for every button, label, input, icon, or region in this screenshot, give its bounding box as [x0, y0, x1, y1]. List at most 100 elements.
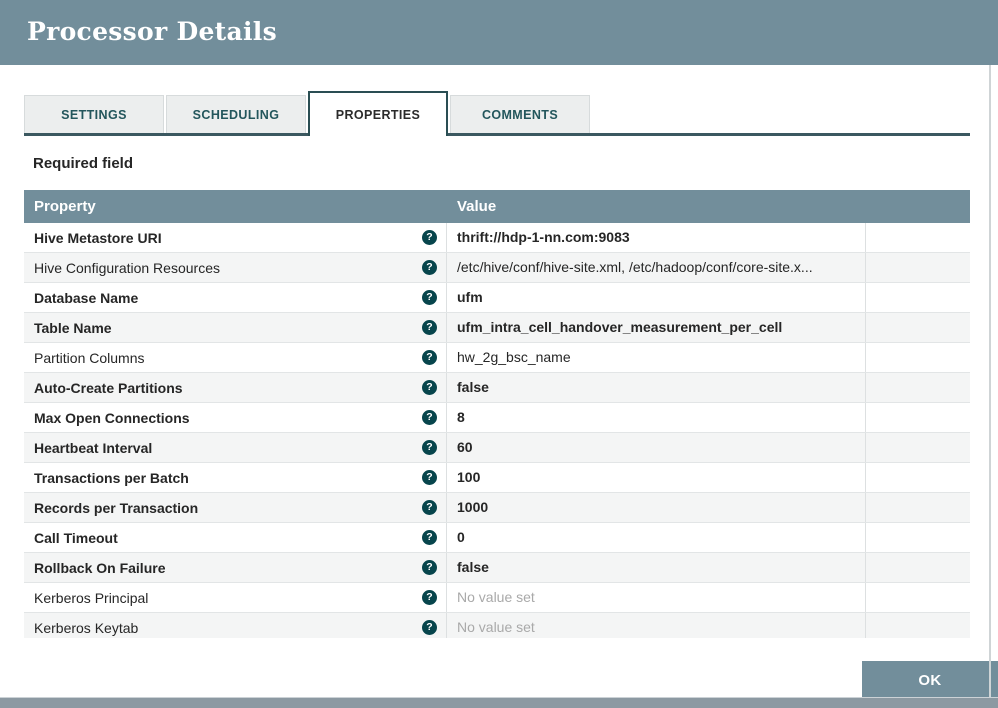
- tab-label: SCHEDULING: [193, 108, 280, 122]
- help-icon[interactable]: ?: [422, 590, 437, 605]
- tab-list: SETTINGS SCHEDULING PROPERTIES COMMENTS: [24, 94, 970, 136]
- property-name: Database Name: [34, 290, 138, 306]
- required-field-label: Required field: [33, 155, 133, 172]
- property-name-cell: Kerberos Keytab ?: [24, 613, 447, 638]
- help-icon[interactable]: ?: [422, 290, 437, 305]
- property-name: Hive Metastore URI: [34, 230, 162, 246]
- column-header-property: Property: [24, 190, 447, 223]
- property-name-cell: Max Open Connections ?: [24, 403, 447, 432]
- row-spacer-cell: [866, 553, 970, 582]
- property-row: Records per Transaction ? 1000: [24, 493, 970, 523]
- property-name-cell: Database Name ?: [24, 283, 447, 312]
- tab-scheduling[interactable]: SCHEDULING: [166, 95, 306, 133]
- property-name-cell: Table Name ?: [24, 313, 447, 342]
- row-spacer-cell: [866, 403, 970, 432]
- property-name-cell: Auto-Create Partitions ?: [24, 373, 447, 402]
- property-value: hw_2g_bsc_name: [447, 343, 866, 372]
- property-name-cell: Rollback On Failure ?: [24, 553, 447, 582]
- property-value: 0: [447, 523, 866, 552]
- help-icon[interactable]: ?: [422, 230, 437, 245]
- property-row: Auto-Create Partitions ? false: [24, 373, 970, 403]
- help-icon[interactable]: ?: [422, 440, 437, 455]
- help-icon[interactable]: ?: [422, 530, 437, 545]
- column-header-spacer: [866, 190, 970, 223]
- help-icon[interactable]: ?: [422, 410, 437, 425]
- property-name-cell: Kerberos Principal ?: [24, 583, 447, 612]
- properties-table: Property Value Hive Metastore URI ? thri…: [24, 190, 970, 638]
- property-value: false: [447, 553, 866, 582]
- property-name-cell: Records per Transaction ?: [24, 493, 447, 522]
- property-value: 8: [447, 403, 866, 432]
- property-value: 100: [447, 463, 866, 492]
- tab-settings[interactable]: SETTINGS: [24, 95, 164, 133]
- help-icon[interactable]: ?: [422, 500, 437, 515]
- table-header-row: Property Value: [24, 190, 970, 223]
- column-header-value: Value: [447, 190, 866, 223]
- tab-bar: SETTINGS SCHEDULING PROPERTIES COMMENTS: [24, 94, 970, 136]
- property-row: Kerberos Principal ? No value set: [24, 583, 970, 613]
- tab-label: PROPERTIES: [336, 108, 421, 122]
- help-icon[interactable]: ?: [422, 380, 437, 395]
- property-name-cell: Partition Columns ?: [24, 343, 447, 372]
- ok-button[interactable]: OK: [862, 661, 998, 699]
- property-row: Database Name ? ufm: [24, 283, 970, 313]
- tab-label: SETTINGS: [61, 108, 127, 122]
- property-value: No value set: [447, 583, 866, 612]
- property-name: Heartbeat Interval: [34, 440, 152, 456]
- property-name: Table Name: [34, 320, 112, 336]
- property-row: Hive Configuration Resources ? /etc/hive…: [24, 253, 970, 283]
- property-name-cell: Hive Metastore URI ?: [24, 223, 447, 252]
- tab-properties[interactable]: PROPERTIES: [308, 91, 448, 136]
- dialog-header: Processor Details: [0, 0, 998, 65]
- property-row: Heartbeat Interval ? 60: [24, 433, 970, 463]
- property-name: Rollback On Failure: [34, 560, 165, 576]
- row-spacer-cell: [866, 313, 970, 342]
- property-name-cell: Call Timeout ?: [24, 523, 447, 552]
- tab-label: COMMENTS: [482, 108, 558, 122]
- row-spacer-cell: [866, 223, 970, 252]
- property-name: Call Timeout: [34, 530, 118, 546]
- property-value: No value set: [447, 613, 866, 638]
- property-row: Partition Columns ? hw_2g_bsc_name: [24, 343, 970, 373]
- property-value: false: [447, 373, 866, 402]
- processor-details-dialog: Processor Details SETTINGS SCHEDULING PR…: [0, 0, 998, 708]
- help-icon[interactable]: ?: [422, 320, 437, 335]
- property-name: Records per Transaction: [34, 500, 198, 516]
- help-icon[interactable]: ?: [422, 260, 437, 275]
- dialog-title: Processor Details: [27, 17, 277, 46]
- property-name-cell: Hive Configuration Resources ?: [24, 253, 447, 282]
- help-icon[interactable]: ?: [422, 560, 437, 575]
- tab-comments[interactable]: COMMENTS: [450, 95, 590, 133]
- property-name: Auto-Create Partitions: [34, 380, 183, 396]
- property-row: Rollback On Failure ? false: [24, 553, 970, 583]
- table-body[interactable]: Hive Metastore URI ? thrift://hdp-1-nn.c…: [24, 223, 970, 638]
- property-row: Call Timeout ? 0: [24, 523, 970, 553]
- property-row: Hive Metastore URI ? thrift://hdp-1-nn.c…: [24, 223, 970, 253]
- row-spacer-cell: [866, 343, 970, 372]
- tab-underline: [24, 133, 970, 136]
- property-name: Partition Columns: [34, 350, 145, 366]
- help-icon[interactable]: ?: [422, 350, 437, 365]
- dialog-right-border: [989, 65, 991, 698]
- property-row: Kerberos Keytab ? No value set: [24, 613, 970, 638]
- row-spacer-cell: [866, 283, 970, 312]
- property-value: /etc/hive/conf/hive-site.xml, /etc/hadoo…: [447, 253, 866, 282]
- property-value: ufm: [447, 283, 866, 312]
- property-name-cell: Heartbeat Interval ?: [24, 433, 447, 462]
- row-spacer-cell: [866, 583, 970, 612]
- row-spacer-cell: [866, 493, 970, 522]
- row-spacer-cell: [866, 253, 970, 282]
- help-icon[interactable]: ?: [422, 620, 437, 635]
- property-value: 1000: [447, 493, 866, 522]
- property-value: thrift://hdp-1-nn.com:9083: [447, 223, 866, 252]
- property-name-cell: Transactions per Batch ?: [24, 463, 447, 492]
- help-icon[interactable]: ?: [422, 470, 437, 485]
- page-bottom-edge: [0, 697, 998, 708]
- row-spacer-cell: [866, 613, 970, 638]
- property-row: Max Open Connections ? 8: [24, 403, 970, 433]
- property-value: ufm_intra_cell_handover_measurement_per_…: [447, 313, 866, 342]
- row-spacer-cell: [866, 523, 970, 552]
- property-name: Transactions per Batch: [34, 470, 189, 486]
- property-row: Table Name ? ufm_intra_cell_handover_mea…: [24, 313, 970, 343]
- row-spacer-cell: [866, 463, 970, 492]
